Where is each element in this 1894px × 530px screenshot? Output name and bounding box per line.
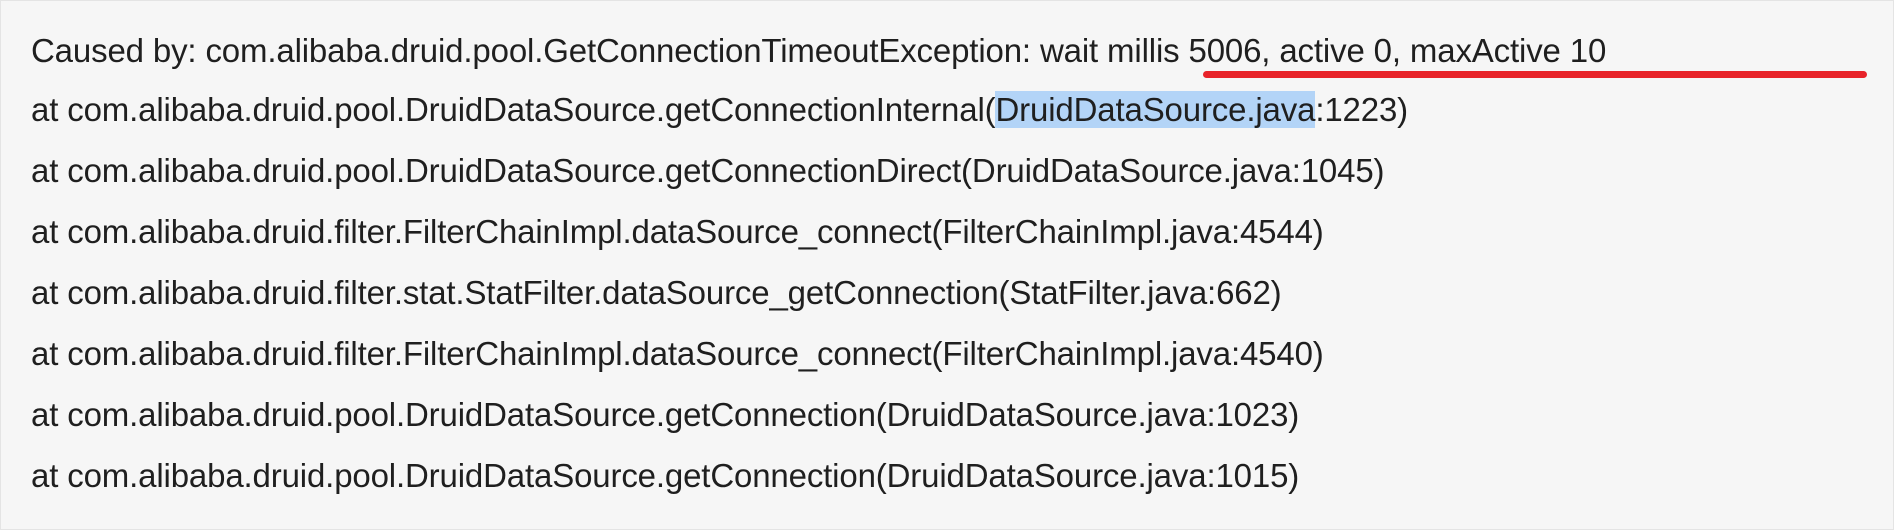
stack-frame-line[interactable]: at com.alibaba.druid.filter.FilterChainI… — [31, 212, 1324, 252]
stack-frame-line[interactable]: at com.alibaba.druid.pool.DruidDataSourc… — [31, 395, 1299, 435]
frame-suffix: :1223) — [1315, 91, 1408, 128]
frame-prefix: at com.alibaba.druid.pool.DruidDataSourc… — [31, 91, 996, 128]
stack-frame-line[interactable]: at com.alibaba.druid.pool.DruidDataSourc… — [31, 90, 1408, 130]
stack-frame-line[interactable]: at com.alibaba.druid.pool.DruidDataSourc… — [31, 151, 1385, 191]
cause-prefix: Caused by: com.alibaba.druid.pool.GetCon… — [31, 32, 1040, 69]
exception-cause-line[interactable]: Caused by: com.alibaba.druid.pool.GetCon… — [31, 31, 1606, 71]
stack-frame-line[interactable]: at com.alibaba.druid.filter.FilterChainI… — [31, 334, 1324, 374]
stack-frame-line[interactable]: at com.alibaba.druid.pool.DruidDataSourc… — [31, 456, 1299, 496]
cause-detail: wait millis 5006, active 0, maxActive 10 — [1039, 32, 1607, 69]
stack-frame-line[interactable]: at com.alibaba.druid.filter.stat.StatFil… — [31, 273, 1282, 313]
red-underline-annotation — [1203, 71, 1867, 78]
selected-text[interactable]: DruidDataSource.java — [995, 91, 1315, 128]
stack-trace-panel: Caused by: com.alibaba.druid.pool.GetCon… — [0, 0, 1894, 530]
